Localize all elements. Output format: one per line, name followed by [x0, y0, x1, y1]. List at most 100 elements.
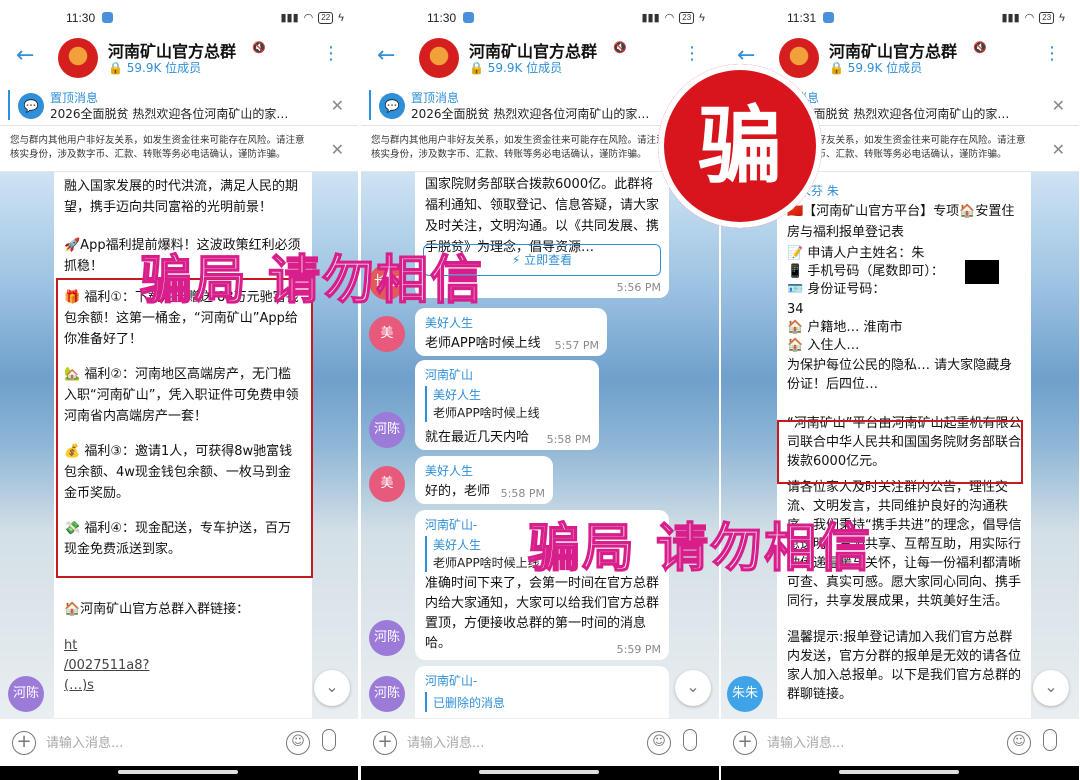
message-text: 请各位家人及时关注群内公告，理性交流、文明发言，共同维护良好的沟通秩序。我们秉持…: [787, 480, 1022, 609]
reply-text: 已删除的消息: [433, 696, 506, 710]
scam-stamp: 骗: [658, 64, 822, 228]
attach-plus-icon[interactable]: +: [733, 731, 757, 755]
sender-name[interactable]: 美好人生: [425, 462, 473, 479]
form-field: 34: [787, 302, 804, 317]
warning-text: 您与群内其他用户非好友关系，如发生资金往来可能存在风险。请注意核实身份，涉及数字…: [371, 135, 666, 160]
emoji-icon[interactable]: ☺: [1007, 731, 1031, 755]
member-avatar[interactable]: 河陈: [369, 620, 405, 656]
pinned-chat-icon: 💬: [379, 93, 405, 119]
chat-area[interactable]: 国家院财务部联合拨款6000亿。此群将福利通知、领取登记、信息答疑，请大家及时关…: [361, 172, 719, 718]
sender-name[interactable]: 美好人生: [425, 314, 473, 331]
group-avatar[interactable]: [58, 38, 98, 78]
back-arrow-icon[interactable]: ←: [377, 44, 395, 68]
app-notification-icon: [463, 12, 474, 23]
highlight-text: “河南矿山”平台由河南矿山起重机有限公司联合中华人民共和国国务院财务部联合拨款6…: [787, 416, 1022, 469]
message-input[interactable]: [767, 729, 1001, 757]
close-pinned-icon[interactable]: ✕: [1052, 96, 1065, 115]
pinned-message[interactable]: 💬 置顶消息 2026全面脱贫 热烈欢迎各位河南矿山的家… ✕: [0, 86, 358, 126]
sender-name[interactable]: 河南矿山-: [425, 672, 477, 689]
reply-text: 老师APP啥时候上线: [433, 406, 540, 420]
member-count-text: 59.9K 位成员: [126, 61, 202, 75]
charging-icon: ϟ: [338, 11, 344, 24]
close-pinned-icon[interactable]: ✕: [331, 96, 344, 115]
scroll-down-icon[interactable]: ⌄: [314, 670, 350, 706]
wifi-icon: ◠: [664, 12, 675, 24]
message-bubble[interactable]: 张永芬 朱 🇨🇳【河南矿山官方平台】专项🏠安置住房与福利报单登记表 📝 申请人户…: [777, 172, 1031, 718]
home-indicator[interactable]: [118, 770, 238, 774]
member-avatar[interactable]: 美: [369, 466, 405, 502]
message-input[interactable]: [46, 729, 280, 757]
microphone-icon[interactable]: [683, 729, 697, 751]
attach-plus-icon[interactable]: +: [12, 731, 36, 755]
app-notification-icon: [823, 12, 834, 23]
scroll-down-icon[interactable]: ⌄: [1033, 670, 1069, 706]
reply-bar: [425, 536, 427, 572]
member-avatar[interactable]: 河陈: [369, 676, 405, 712]
member-avatar[interactable]: 河陈: [8, 676, 44, 712]
more-menu-icon[interactable]: ⋮: [1043, 42, 1061, 66]
message-time: 5:58 PM: [500, 487, 545, 500]
emoji-icon[interactable]: ☺: [286, 731, 310, 755]
back-arrow-icon[interactable]: ←: [16, 44, 34, 68]
more-menu-icon[interactable]: ⋮: [683, 42, 701, 66]
close-warning-icon[interactable]: ✕: [1052, 140, 1065, 159]
app-notification-icon: [102, 12, 113, 23]
pinned-label: 置顶消息: [50, 91, 99, 105]
status-time: 11:30: [427, 11, 457, 25]
group-avatar[interactable]: [419, 38, 459, 78]
member-count: 🔒 59.9K 位成员: [108, 61, 202, 75]
microphone-icon[interactable]: [1043, 729, 1057, 751]
message-bubble[interactable]: 美好人生 老师APP啥时候上线 5:57 PM: [415, 308, 607, 356]
home-indicator[interactable]: [839, 770, 959, 774]
reply-sender: 美好人生: [433, 538, 482, 552]
view-now-button[interactable]: ⚡ 立即查看: [423, 244, 661, 276]
group-link-line[interactable]: (…)s: [54, 668, 312, 703]
member-count-text: 59.9K 位成员: [847, 61, 923, 75]
message-bubble[interactable]: 国家院财务部联合拨款6000亿。此群将福利通知、领取登记、信息答疑，请大家及时关…: [415, 172, 669, 298]
form-field: 🪪 身份证号码：: [787, 282, 886, 297]
benefit-1: 🎁 福利①：下载注册赠送 88万元驰富钱包余额！这第一桶金，“河南矿山”App给…: [64, 290, 299, 347]
mute-icon: 🔇: [252, 41, 266, 54]
member-avatar[interactable]: 河陈: [369, 412, 405, 448]
redaction-block: [965, 260, 999, 284]
form-field: 🏠 入住人…: [787, 338, 860, 353]
scroll-down-icon[interactable]: ⌄: [675, 670, 711, 706]
signal-icon: ▮▮▮: [1001, 12, 1020, 24]
chat-area[interactable]: 张永芬 朱 🇨🇳【河南矿山官方平台】专项🏠安置住房与福利报单登记表 📝 申请人户…: [721, 172, 1079, 718]
message-bubble[interactable]: 融入国家发展的时代洪流，满足人民的期望，携手迈向共同富裕的光明前景！ 🚀App福…: [54, 172, 312, 718]
emoji-icon[interactable]: ☺: [647, 731, 671, 755]
form-field: 📱 手机号码（尾数即可）：: [787, 264, 944, 279]
close-warning-icon[interactable]: ✕: [331, 140, 344, 159]
microphone-icon[interactable]: [322, 729, 336, 751]
message-bubble[interactable]: 河南矿山- 美好人生 老师APP啥时候上线 准确时间下来了，会第一时间在官方总群…: [415, 510, 669, 660]
form-field: 🏠 户籍地… 淮南市: [787, 320, 903, 335]
message-input[interactable]: [407, 729, 641, 757]
member-avatar[interactable]: 美: [369, 316, 405, 352]
attach-plus-icon[interactable]: +: [373, 731, 397, 755]
battery-icon: 23: [679, 11, 695, 24]
message-text: 就在最近几天内哈: [425, 430, 530, 445]
more-menu-icon[interactable]: ⋮: [322, 42, 340, 66]
member-count: 🔒 59.9K 位成员: [829, 61, 923, 75]
pinned-text: 2026全面脱贫 热烈欢迎各位河南矿山的家…: [411, 107, 650, 121]
message-time: 5:58 PM: [546, 433, 591, 446]
chat-panel-1: 11:30 ▮▮▮ ◠ 22 ϟ ← 河南矿山官方总群 🔇 🔒 59.9K 位成…: [0, 0, 358, 780]
message-text: 🚀App福利提前爆料！这波政策红利必须抓稳！: [64, 238, 301, 274]
sender-name[interactable]: 河南矿山-: [425, 516, 477, 533]
message-text: 融入国家发展的时代洪流，满足人民的期望，携手迈向共同富裕的光明前景！: [64, 179, 299, 215]
mute-icon: 🔇: [613, 41, 627, 54]
status-bar: 11:30 ▮▮▮ ◠ 22 ϟ: [0, 0, 358, 34]
member-avatar[interactable]: 朱朱: [727, 676, 763, 712]
sender-name[interactable]: 河南矿山: [425, 366, 473, 383]
fraud-warning: 您与群内其他用户非好友关系，如发生资金往来可能存在风险。请注意核实身份，涉及数字…: [0, 128, 358, 172]
message-bubble[interactable]: 河南矿山 美好人生 老师APP啥时候上线 就在最近几天内哈 5:58 PM: [415, 360, 599, 450]
home-indicator[interactable]: [479, 770, 599, 774]
scam-stamp-text: 骗: [697, 97, 782, 195]
member-avatar[interactable]: 长生: [369, 264, 405, 300]
chat-area[interactable]: 融入国家发展的时代洪流，满足人民的期望，携手迈向共同富裕的光明前景！ 🚀App福…: [0, 172, 358, 718]
nav-bar: [361, 766, 719, 780]
message-bubble[interactable]: 美好人生 好的，老师 5:58 PM: [415, 456, 553, 504]
message-bubble[interactable]: 河南矿山- 已删除的消息: [415, 666, 669, 718]
reply-bar: [425, 692, 427, 712]
wifi-icon: ◠: [303, 12, 314, 24]
